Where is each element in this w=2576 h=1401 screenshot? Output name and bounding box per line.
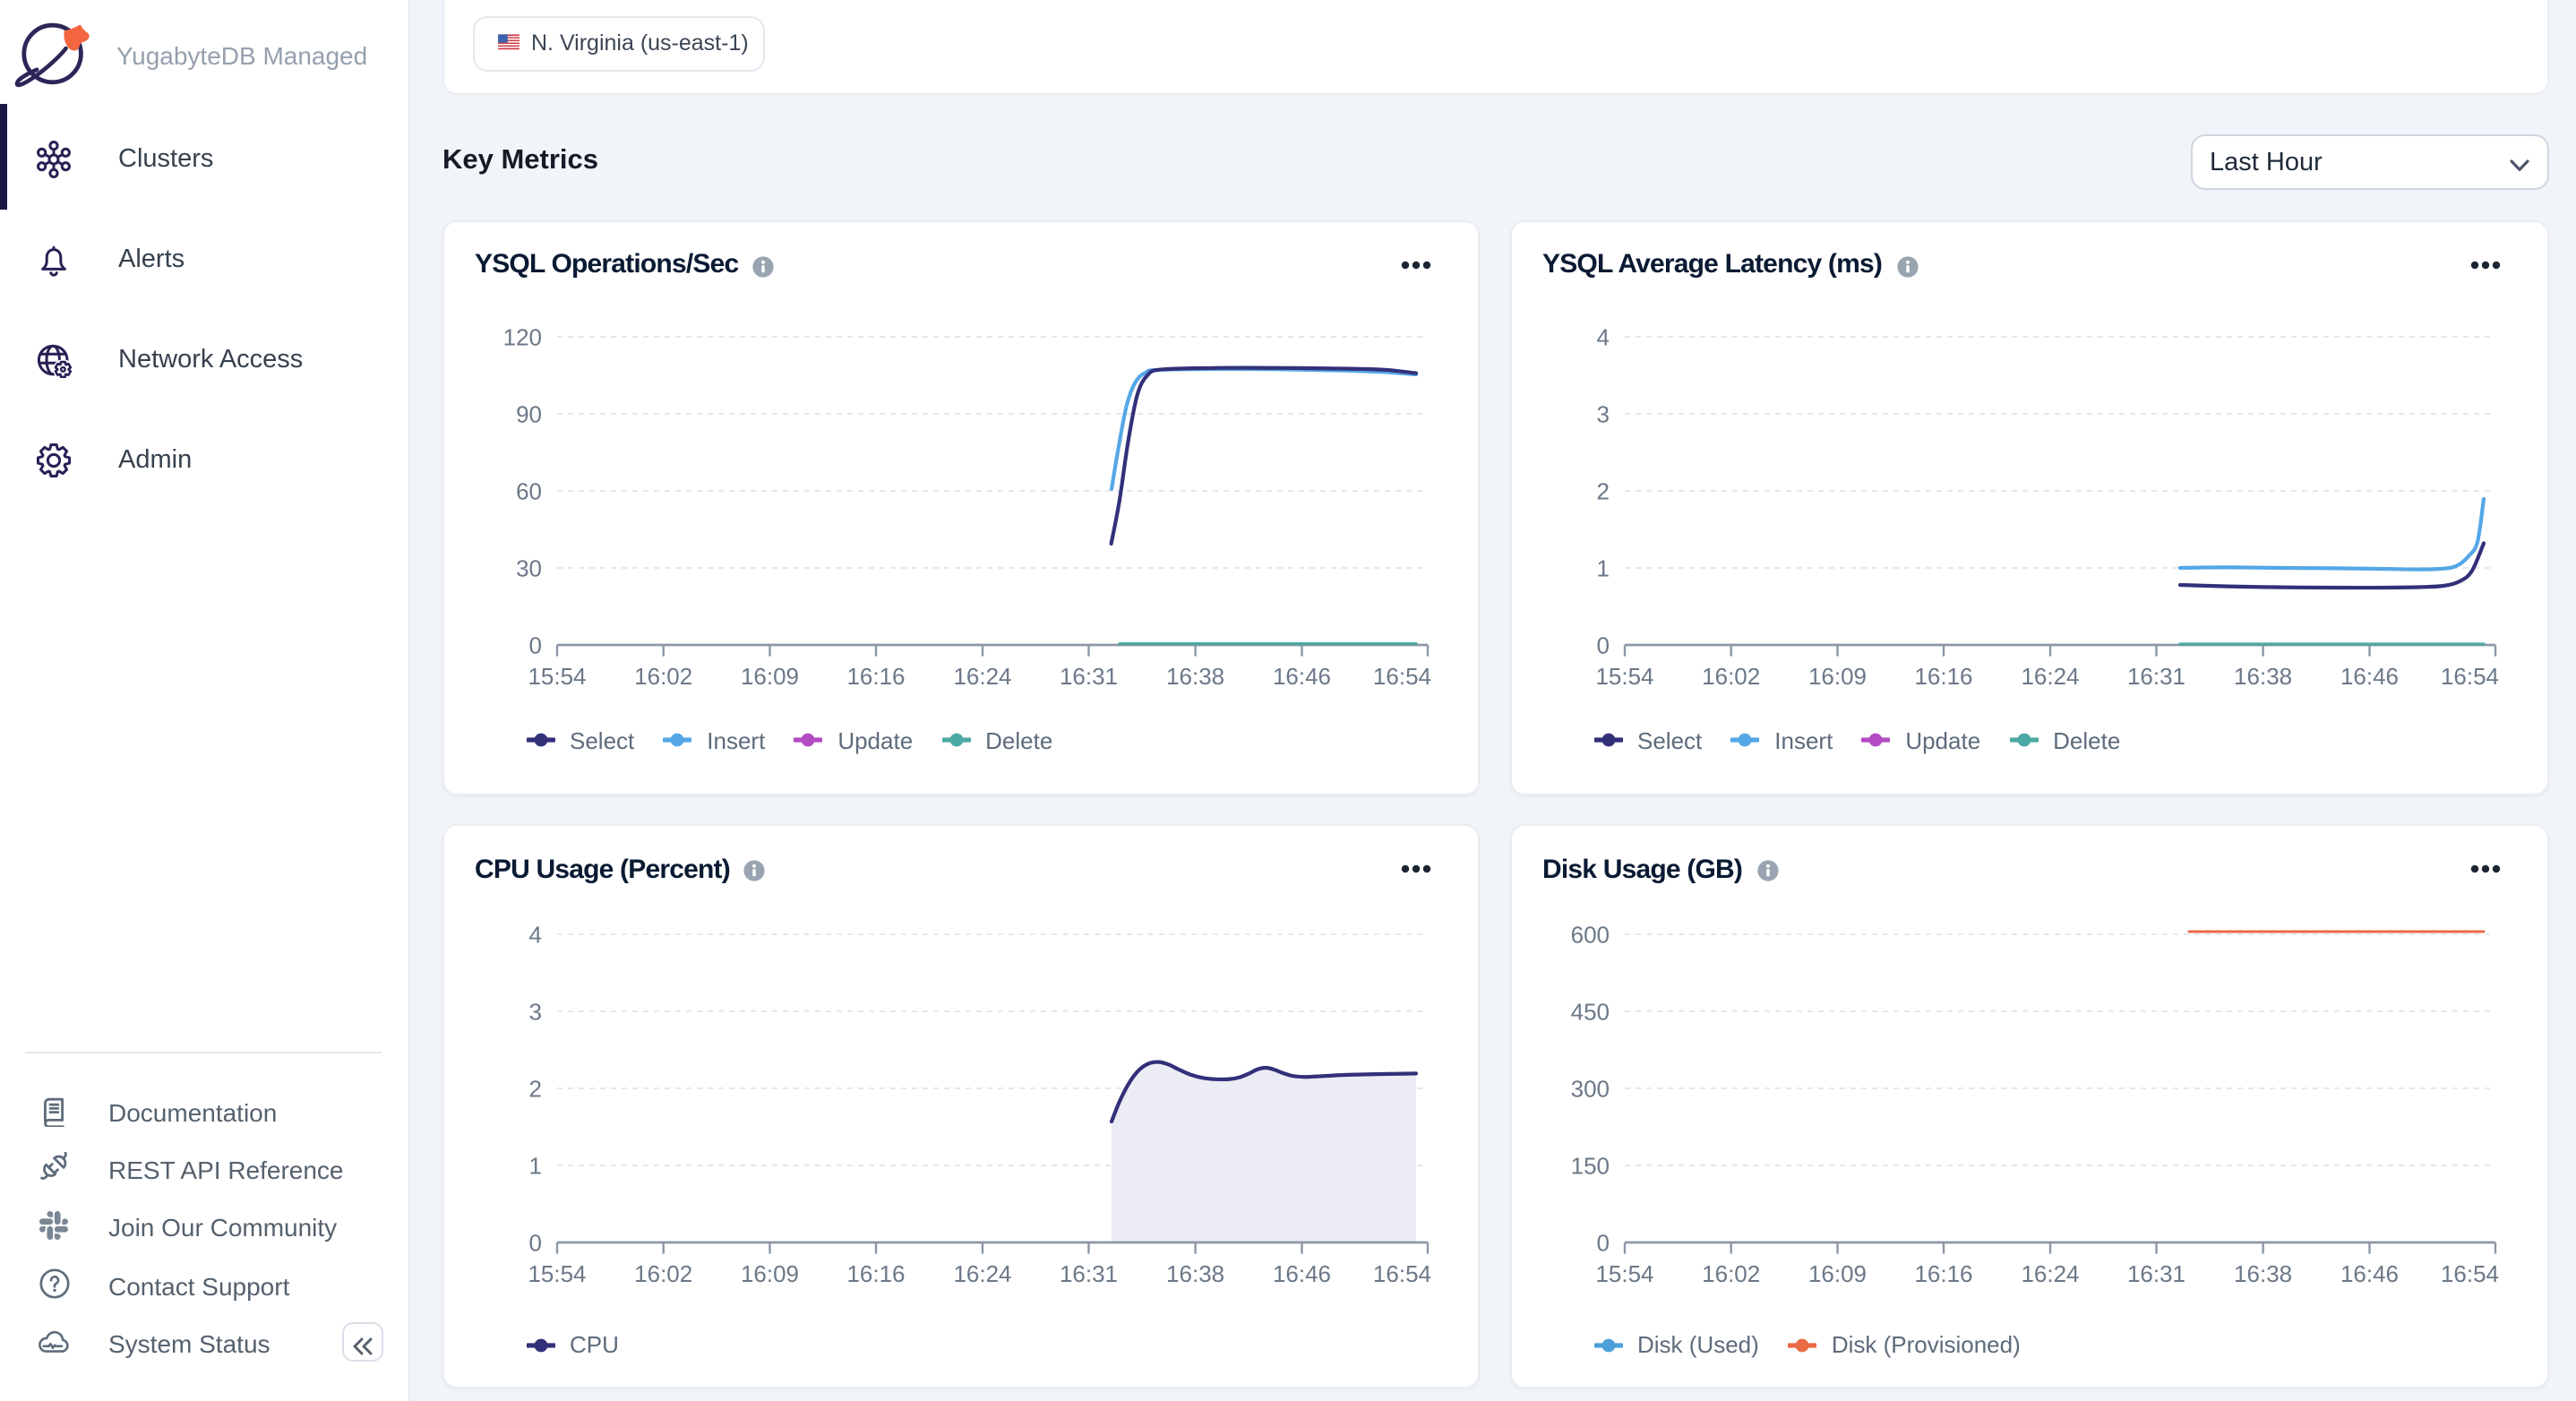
svg-text:150: 150 bbox=[1571, 1152, 1610, 1179]
svg-text:16:02: 16:02 bbox=[634, 662, 692, 689]
svg-text:90: 90 bbox=[516, 400, 542, 426]
svg-text:16:24: 16:24 bbox=[953, 662, 1011, 689]
svg-text:3: 3 bbox=[529, 998, 542, 1025]
svg-text:16:38: 16:38 bbox=[2234, 662, 2292, 689]
svg-text:16:16: 16:16 bbox=[846, 662, 905, 689]
svg-text:16:31: 16:31 bbox=[2127, 662, 2185, 689]
svg-text:16:46: 16:46 bbox=[2340, 662, 2399, 689]
svg-text:1: 1 bbox=[529, 1152, 542, 1179]
svg-text:16:24: 16:24 bbox=[953, 1260, 1011, 1287]
svg-text:16:46: 16:46 bbox=[1273, 662, 1331, 689]
svg-text:16:31: 16:31 bbox=[2127, 1260, 2185, 1287]
svg-text:16:54: 16:54 bbox=[1373, 1260, 1431, 1287]
svg-text:16:54: 16:54 bbox=[2441, 662, 2499, 689]
svg-text:16:24: 16:24 bbox=[2021, 1260, 2079, 1287]
svg-text:15:54: 15:54 bbox=[1595, 1260, 1653, 1287]
svg-text:60: 60 bbox=[516, 477, 542, 503]
svg-text:16:16: 16:16 bbox=[1914, 1260, 1972, 1287]
svg-text:4: 4 bbox=[1597, 322, 1610, 349]
svg-text:16:02: 16:02 bbox=[1702, 1260, 1760, 1287]
svg-text:0: 0 bbox=[529, 631, 542, 658]
svg-text:0: 0 bbox=[529, 1229, 542, 1256]
svg-text:3: 3 bbox=[1597, 400, 1610, 426]
svg-text:120: 120 bbox=[503, 322, 542, 349]
svg-text:16:54: 16:54 bbox=[1373, 662, 1431, 689]
svg-text:450: 450 bbox=[1571, 998, 1610, 1025]
svg-text:600: 600 bbox=[1571, 921, 1610, 948]
svg-text:16:02: 16:02 bbox=[634, 1260, 692, 1287]
svg-text:0: 0 bbox=[1597, 631, 1610, 658]
svg-text:16:46: 16:46 bbox=[1273, 1260, 1331, 1287]
svg-text:2: 2 bbox=[1597, 477, 1610, 503]
svg-text:16:54: 16:54 bbox=[2441, 1260, 2499, 1287]
svg-text:15:54: 15:54 bbox=[528, 1260, 586, 1287]
svg-text:16:24: 16:24 bbox=[2021, 662, 2079, 689]
svg-text:2: 2 bbox=[529, 1075, 542, 1102]
svg-text:16:09: 16:09 bbox=[741, 662, 799, 689]
svg-text:300: 300 bbox=[1571, 1075, 1610, 1102]
svg-text:1: 1 bbox=[1597, 554, 1610, 580]
svg-text:16:46: 16:46 bbox=[2340, 1260, 2399, 1287]
svg-text:16:38: 16:38 bbox=[1166, 1260, 1224, 1287]
svg-text:16:16: 16:16 bbox=[846, 1260, 905, 1287]
svg-text:16:38: 16:38 bbox=[2234, 1260, 2292, 1287]
svg-text:16:09: 16:09 bbox=[1808, 662, 1867, 689]
svg-text:16:31: 16:31 bbox=[1060, 662, 1118, 689]
svg-text:16:02: 16:02 bbox=[1702, 662, 1760, 689]
svg-text:16:31: 16:31 bbox=[1060, 1260, 1118, 1287]
svg-text:16:09: 16:09 bbox=[1808, 1260, 1867, 1287]
svg-text:4: 4 bbox=[529, 921, 542, 948]
svg-text:16:38: 16:38 bbox=[1166, 662, 1224, 689]
svg-text:16:16: 16:16 bbox=[1914, 662, 1972, 689]
svg-text:16:09: 16:09 bbox=[741, 1260, 799, 1287]
svg-text:15:54: 15:54 bbox=[1595, 662, 1653, 689]
svg-text:15:54: 15:54 bbox=[528, 662, 586, 689]
svg-text:30: 30 bbox=[516, 554, 542, 580]
svg-text:0: 0 bbox=[1597, 1229, 1610, 1256]
